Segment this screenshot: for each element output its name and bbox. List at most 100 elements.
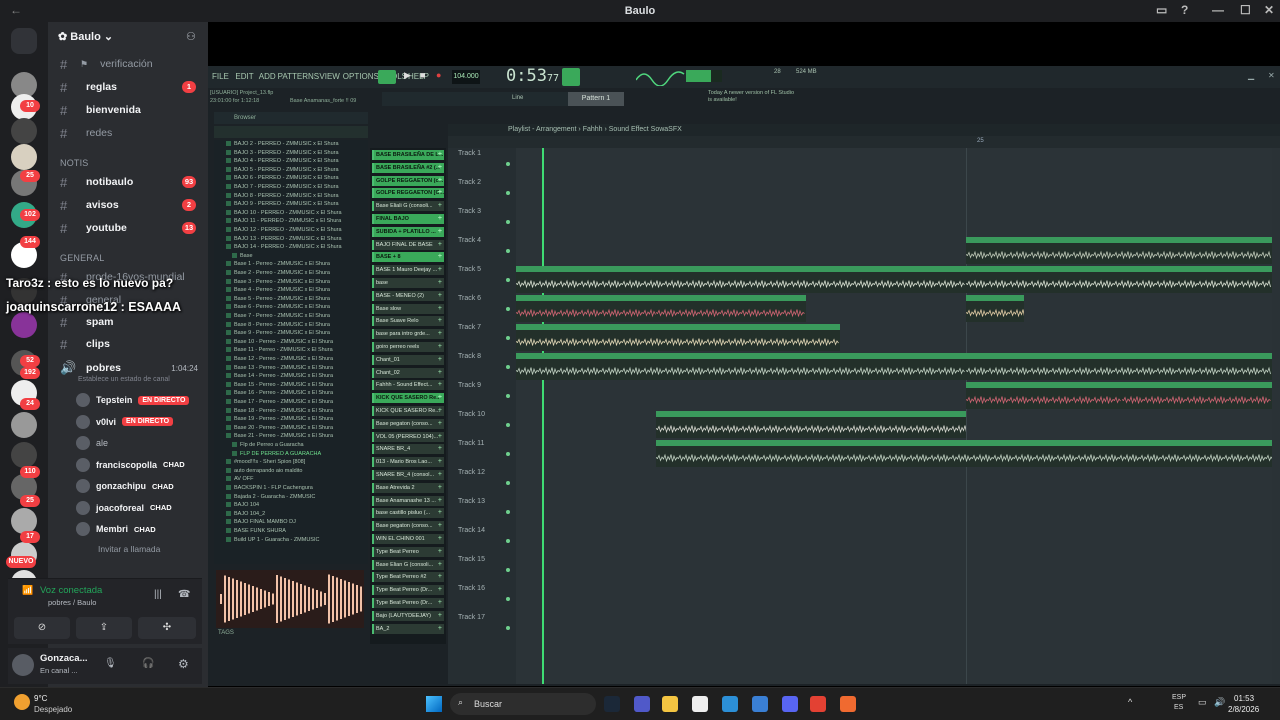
add-channel-icon[interactable]: + [438,547,442,557]
browser-item[interactable]: AV OFF [226,475,253,483]
news-panel[interactable]: Today A newer version of FL Studio is av… [708,90,798,104]
menu-options[interactable]: OPTIONS [343,72,379,81]
channel-button[interactable]: SNARE BR_4 (consol... + [372,470,444,480]
track-led[interactable] [506,539,510,543]
channel-youtube[interactable]: # youtube 13 [48,218,208,238]
browser-item[interactable]: BAJO 104 [226,501,259,509]
browser-item[interactable]: Base 1 - Perreo - ZMMUSIC x El Shura [226,260,330,268]
minimize-icon[interactable]: — [1212,3,1224,17]
browser-item[interactable]: Base 13 - Perreo - ZMMUSIC x El Shura [226,364,333,372]
channel-button[interactable]: Type Beat Perreo #2 + [372,572,444,583]
channel-button[interactable]: Base Eliali G (consoli... + [372,201,444,212]
edge-icon[interactable] [722,696,738,712]
voice-user[interactable]: gonzachipu CHAD [76,476,174,496]
channel-button[interactable]: Type Beat Perreo (Dr... + [372,598,444,608]
weather-icon[interactable] [14,694,30,710]
channel-rack[interactable]: BASE BRASILEÑA DE L... + BASE BRASILEÑA #2… [370,148,446,644]
playlist-clip[interactable]: Bajo [LAUTYDEEJAY] #2 [966,382,1122,409]
browser-item[interactable]: Base 7 - Perreo - ZMMUSIC x El Shura [226,312,330,320]
channel-bienvenida[interactable]: # bienvenida [48,100,208,120]
track-header[interactable]: Track 1 [458,150,481,157]
track-header[interactable]: Track 4 [458,237,481,244]
play-icon[interactable]: ▶ [404,70,411,81]
add-channel-icon[interactable]: + [438,521,442,531]
browser-item[interactable]: Base [232,252,253,260]
network-icon[interactable]: ▭ [1198,697,1207,708]
channel-button[interactable]: Base Elian G (consoli... + [372,559,444,570]
browser-item[interactable]: Base 4 - Perreo - ZMMUSIC x El Shura [226,286,330,294]
add-channel-icon[interactable]: + [438,572,442,582]
voice-channel-pobres[interactable]: 🔊 pobres 1:04:24 [48,358,208,378]
browser-item[interactable]: BAJO 12 - PERREO - ZMMUSIC x El Shura [226,226,342,234]
fl-close-icon[interactable]: ✕ [1268,71,1275,80]
playlist-clip[interactable]: SUBIDA + PLATILLO - copia [656,440,1272,467]
channel-notibaulo[interactable]: # notibaulo 93 [48,172,208,192]
playlist-clip[interactable]: Base Funk [Renovado] - forte !! 09 [966,266,1272,293]
browser-item[interactable]: BAJO 6 - PERREO - ZMMUSIC x El Shura [226,174,339,182]
track-header[interactable]: Track 8 [458,353,481,360]
playhead[interactable] [542,148,544,684]
browser-item[interactable]: Base 8 - Perreo - ZMMUSIC x El Shura [226,321,330,329]
browser-item[interactable]: Base 17 - Perreo - ZMMUSIC x El Shura [226,398,333,406]
track-led[interactable] [506,278,510,282]
add-channel-icon[interactable]: + [438,432,442,442]
browser-item[interactable]: Base 12 - Perreo - ZMMUSIC x El Shura [226,355,333,363]
add-channel-icon[interactable]: + [438,368,442,378]
category-general[interactable]: GENERAL [60,253,104,263]
server-icon[interactable] [11,144,37,170]
channel-verificaci-n[interactable]: # ⚑ verificación [48,54,208,74]
steam-icon[interactable] [604,696,620,712]
menu-help[interactable]: HELP [408,72,429,81]
channel-button[interactable]: BASE BRASILEÑA DE L... + [372,150,444,160]
camera-off-button[interactable]: ⊘ [14,617,70,639]
add-channel-icon[interactable]: + [438,163,442,173]
channel-button[interactable]: Base pegaton (conso... + [372,521,444,532]
channel-button[interactable]: VOL 05 (PERREO 104)... + [372,431,444,442]
channel-button[interactable]: BASE - MENEO (2) + [372,290,444,301]
browser-item[interactable]: Base 6 - Perreo - ZMMUSIC x El Shura [226,303,330,311]
add-channel-icon[interactable]: + [438,406,442,416]
track-led[interactable] [506,423,510,427]
track-led[interactable] [506,626,510,630]
server-icon[interactable] [11,118,37,144]
browser-item[interactable]: BAJO 4 - PERREO - ZMMUSIC x El Shura [226,157,339,165]
add-channel-icon[interactable]: + [438,150,442,160]
browser-item[interactable]: Base 20 - Perreo - ZMMUSIC x El Shura [226,424,333,432]
channel-button[interactable]: Type Beat Perreo + [372,546,444,557]
browser-item[interactable]: BAJO 7 - PERREO - ZMMUSIC x El Shura [226,183,339,191]
screen-share-button[interactable]: ⇪ [76,617,132,639]
browser-item[interactable]: Base 2 - Perreo - ZMMUSIC x El Shura [226,269,330,277]
add-channel-icon[interactable]: + [438,188,442,198]
browser-item[interactable]: BAJO 104_2 [226,510,265,518]
channel-button[interactable]: GOLPE REGGAETON (c... + [372,175,444,186]
maximize-icon[interactable]: ☐ [1240,3,1251,17]
song-mode-toggle[interactable] [378,70,396,84]
channel-button[interactable]: BASE BRASILEÑA #2 (... + [372,162,444,173]
channel-button[interactable]: Base slow + [372,303,444,314]
track-header[interactable]: Track 16 [458,585,485,592]
track-header[interactable]: Track 2 [458,179,481,186]
line-mode[interactable]: Line [512,95,523,101]
add-channel-icon[interactable]: + [438,252,442,262]
voice-status-sub[interactable]: pobres / Baulo [48,598,96,607]
track-header[interactable]: Track 5 [458,266,481,273]
add-channel-icon[interactable]: + [438,483,442,493]
close-icon[interactable]: ✕ [1264,3,1274,17]
playlist-clip[interactable]: Base funk_doble(2) [966,295,1024,322]
browser-item[interactable]: auto derrapando aio maldito [226,467,303,475]
track-led[interactable] [506,365,510,369]
browser-item[interactable]: Base 18 - Perreo - ZMMUSIC x El Shura [226,407,333,415]
file-explorer-icon[interactable] [662,696,678,712]
server-name[interactable]: ✿ Baulo ⌄ [58,30,113,43]
stop-icon[interactable]: ■ [420,70,425,80]
add-channel-icon[interactable]: + [438,585,442,595]
browser-item[interactable]: Flp de Perreo a Guaracha [232,441,304,449]
track-led[interactable] [506,568,510,572]
browser-item[interactable]: Base 9 - Perreo - ZMMUSIC x El Shura [226,329,330,337]
voice-user[interactable]: joacoforeal CHAD [76,498,172,518]
channel-spam[interactable]: # spam [48,312,208,332]
menu-add[interactable]: ADD [259,72,276,81]
browser-tree[interactable]: BAJO 2 - PERREO - ZMMUSIC x El Shura BAJO… [214,140,368,564]
track-header[interactable]: Track 7 [458,324,481,331]
inbox-icon[interactable]: ▭ [1156,3,1167,17]
